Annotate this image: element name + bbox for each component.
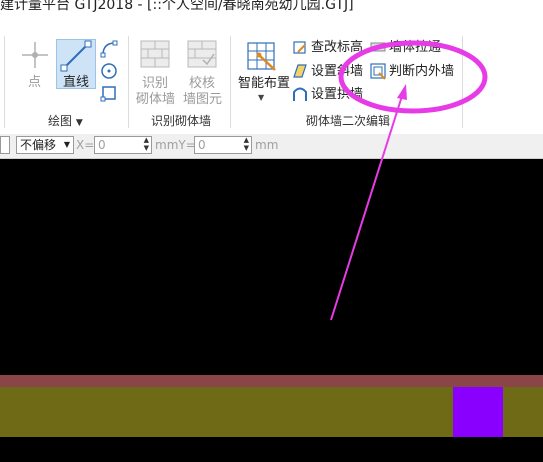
- recognize-label-1: 识别: [142, 76, 169, 91]
- draw-group-label: 绘图 ▼: [48, 114, 83, 128]
- point-icon: [22, 42, 48, 68]
- set-slope-label: 设置斜墙: [311, 64, 364, 79]
- spinner-icon[interactable]: ▲ ▼: [244, 136, 249, 152]
- slope-wall-icon: [293, 64, 307, 78]
- check-elevation-label: 查改标高: [311, 40, 364, 55]
- spinner-icon[interactable]: ▲ ▼: [144, 136, 149, 152]
- chevron-down-icon: ▼: [63, 140, 70, 149]
- x-label: X=: [76, 138, 95, 152]
- edit-group-label: 砌体墙二次编辑: [306, 114, 391, 128]
- brick-wall-icon: [140, 40, 170, 68]
- rectangle-icon[interactable]: [100, 84, 118, 102]
- line-label: 直线: [63, 75, 90, 90]
- title-bar: 建计量平台 GTJ2018 - [::个人空间/春晓南苑幼儿园.GTJ]: [0, 0, 543, 22]
- group-separator: [128, 36, 129, 128]
- ribbon: 点 直线 绘图 ▼ 识别 砌体墙 校核 墙图元 识别砌体墙 智能布置 ▼ 查改标…: [0, 22, 543, 135]
- window-title: 建计量平台 GTJ2018 - [::个人空间/春晓南苑幼儿园.GTJ]: [0, 0, 354, 13]
- x-unit-y-label: mmY=: [155, 138, 196, 152]
- point-label: 点: [28, 75, 42, 90]
- verify-label-2: 墙图元: [183, 92, 223, 107]
- wall-extend-icon: [370, 42, 386, 52]
- drawing-canvas[interactable]: [0, 159, 543, 462]
- recognize-group-label: 识别砌体墙: [151, 114, 212, 128]
- group-separator: [230, 36, 231, 128]
- judge-inner-outer-label: 判断内外墙: [389, 64, 455, 79]
- line-icon: [60, 40, 92, 72]
- column-element[interactable]: [453, 387, 503, 437]
- y-unit-label: mm: [255, 138, 279, 152]
- recognize-label-2: 砌体墙: [136, 92, 176, 107]
- judge-wall-icon: [370, 63, 386, 80]
- group-separator: [4, 36, 5, 128]
- set-arch-label: 设置拱墙: [311, 87, 364, 102]
- elevation-icon: [293, 41, 306, 54]
- smart-layout-icon: [247, 42, 276, 71]
- y-input[interactable]: 0 ▲ ▼: [194, 136, 252, 154]
- coordinate-bar: 不偏移 ▼ X= 0 ▲ ▼ mmY= 0 ▲ ▼ mm: [0, 134, 543, 159]
- chevron-down-icon[interactable]: ▼: [258, 93, 264, 102]
- arc-icon[interactable]: [100, 40, 118, 58]
- wall-top-edge[interactable]: [0, 375, 543, 387]
- verify-label-1: 校核: [189, 76, 216, 91]
- verify-wall-icon: [187, 40, 217, 68]
- x-value: 0: [98, 138, 106, 152]
- group-separator: [462, 36, 463, 128]
- coordinate-input-left[interactable]: [0, 136, 10, 154]
- smart-layout-label: 智能布置: [238, 76, 291, 91]
- offset-select[interactable]: 不偏移 ▼: [16, 136, 74, 154]
- y-value: 0: [198, 138, 206, 152]
- x-input[interactable]: 0 ▲ ▼: [94, 136, 152, 154]
- arch-wall-icon: [293, 87, 307, 101]
- offset-value: 不偏移: [20, 138, 57, 152]
- wall-extend-label: 墙体拉通: [389, 40, 442, 55]
- circle-icon[interactable]: [100, 62, 118, 80]
- chevron-down-icon[interactable]: ▼: [76, 118, 83, 128]
